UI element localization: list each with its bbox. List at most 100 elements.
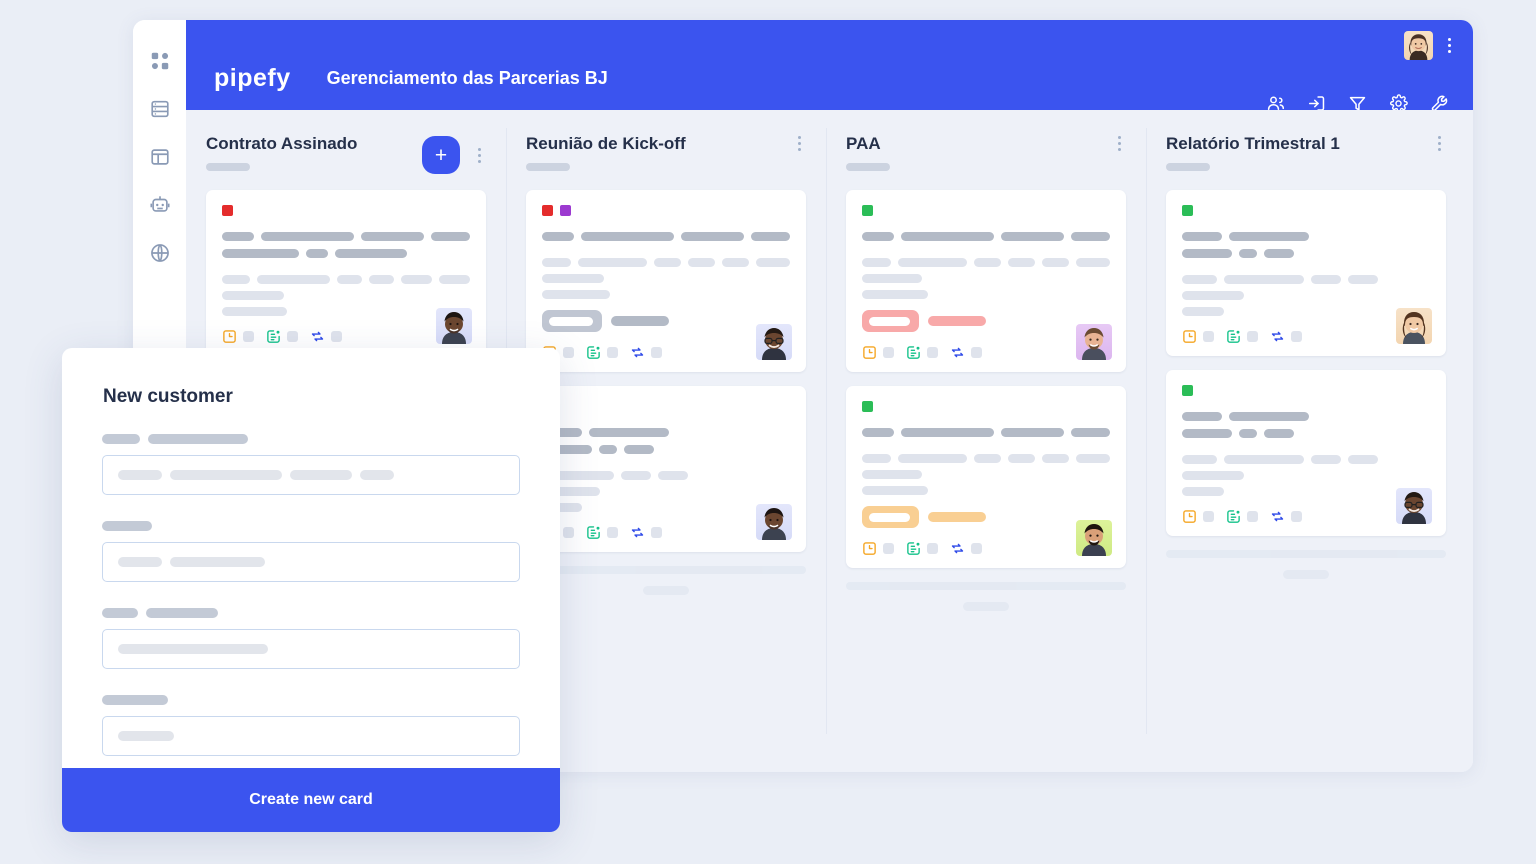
skeleton-block <box>688 258 716 267</box>
skeleton-block <box>1311 455 1341 464</box>
due-date-icon[interactable] <box>1182 329 1197 344</box>
card-meta-placeholder <box>607 527 618 538</box>
database-icon[interactable] <box>149 98 171 120</box>
start-date-icon[interactable] <box>266 329 281 344</box>
add-card-placeholder[interactable] <box>1166 550 1446 579</box>
skeleton-block <box>542 258 571 267</box>
skeleton-line <box>222 307 470 316</box>
board-card[interactable] <box>846 386 1126 568</box>
skeleton-block <box>973 454 1001 463</box>
layout-icon[interactable] <box>149 146 171 168</box>
field-input[interactable] <box>102 455 520 495</box>
column-count-placeholder <box>1166 163 1210 171</box>
skeleton-block <box>589 428 669 437</box>
column-menu-icon[interactable] <box>1112 136 1126 151</box>
skeleton-block <box>306 249 328 258</box>
card-assignee-avatar[interactable] <box>756 504 792 540</box>
column-header-actions <box>1112 134 1126 151</box>
card-meta-placeholder <box>927 347 938 358</box>
start-date-icon[interactable] <box>586 345 601 360</box>
card-meta-placeholder <box>927 543 938 554</box>
card-footer <box>542 525 790 540</box>
card-spacer <box>542 249 790 258</box>
connection-icon[interactable] <box>950 345 965 360</box>
card-meta-placeholder <box>607 347 618 358</box>
card-assignee-avatar[interactable] <box>1076 324 1112 360</box>
card-assignee-avatar[interactable] <box>436 308 472 344</box>
globe-icon[interactable] <box>149 242 171 264</box>
connection-icon[interactable] <box>630 345 645 360</box>
skeleton-line <box>862 470 1110 479</box>
skeleton-block <box>102 521 152 531</box>
due-date-icon[interactable] <box>1182 509 1197 524</box>
start-date-icon[interactable] <box>586 525 601 540</box>
skeleton-line <box>542 471 790 480</box>
modal-fields <box>62 434 560 756</box>
skeleton-block <box>1076 258 1110 267</box>
board-card[interactable] <box>1166 370 1446 536</box>
pipefy-logo[interactable]: pipefy <box>214 66 291 91</box>
skeleton-block <box>148 434 248 444</box>
start-date-icon[interactable] <box>906 345 921 360</box>
card-assignee-avatar[interactable] <box>756 324 792 360</box>
field-input[interactable] <box>102 629 520 669</box>
column-menu-icon[interactable] <box>472 147 486 163</box>
topbar-avatar-row <box>1404 31 1456 60</box>
card-meta-placeholder <box>1291 511 1302 522</box>
connection-icon[interactable] <box>1270 329 1285 344</box>
connection-icon[interactable] <box>1270 509 1285 524</box>
start-date-icon[interactable] <box>1226 329 1241 344</box>
avatar[interactable] <box>1404 31 1433 60</box>
card-status-badge <box>542 310 790 332</box>
due-date-icon[interactable] <box>862 541 877 556</box>
start-date-icon[interactable] <box>906 541 921 556</box>
column-header-left: Contrato Assinado <box>206 134 357 171</box>
create-new-card-button[interactable]: Create new card <box>62 768 560 832</box>
board-card[interactable] <box>1166 190 1446 356</box>
card-spacer <box>862 249 1110 258</box>
card-label-chip <box>1182 385 1193 396</box>
due-date-icon[interactable] <box>222 329 237 344</box>
skeleton-line <box>1182 249 1430 258</box>
start-date-icon[interactable] <box>1226 509 1241 524</box>
connection-icon[interactable] <box>310 329 325 344</box>
column-menu-icon[interactable] <box>1432 136 1446 151</box>
form-field <box>102 608 520 669</box>
field-input[interactable] <box>102 542 520 582</box>
column-header-actions <box>792 134 806 151</box>
board-card[interactable] <box>526 386 806 552</box>
board-card[interactable] <box>526 190 806 372</box>
field-input[interactable] <box>102 716 520 756</box>
robot-icon[interactable] <box>149 194 171 216</box>
skeleton-block <box>1008 454 1036 463</box>
skeleton-line <box>1182 487 1430 496</box>
grid-icon[interactable] <box>149 50 171 72</box>
add-card-placeholder[interactable] <box>846 582 1126 611</box>
skeleton-block <box>658 471 688 480</box>
board-card[interactable] <box>846 190 1126 372</box>
skeleton-block <box>1182 412 1222 421</box>
card-assignee-avatar[interactable] <box>1396 308 1432 344</box>
skeleton-block <box>261 232 355 241</box>
status-badge-text <box>928 316 986 326</box>
due-date-icon[interactable] <box>862 345 877 360</box>
card-meta-placeholder <box>1203 511 1214 522</box>
status-badge <box>862 506 919 528</box>
card-meta-placeholder <box>1247 331 1258 342</box>
card-labels <box>862 401 1110 412</box>
add-card-placeholder[interactable] <box>526 566 806 595</box>
connection-icon[interactable] <box>630 525 645 540</box>
skeleton-block <box>581 232 675 241</box>
connection-icon[interactable] <box>950 541 965 556</box>
skeleton-block <box>862 258 891 267</box>
column-menu-icon[interactable] <box>792 136 806 151</box>
card-assignee-avatar[interactable] <box>1396 488 1432 524</box>
skeleton-line <box>1182 412 1430 421</box>
column-count-placeholder <box>526 163 570 171</box>
column-header: Reunião de Kick-off <box>526 134 806 190</box>
more-options-icon[interactable] <box>1442 38 1456 53</box>
add-card-button[interactable]: + <box>422 136 460 174</box>
skeleton-line <box>542 258 790 267</box>
card-assignee-avatar[interactable] <box>1076 520 1112 556</box>
board-card[interactable] <box>206 190 486 356</box>
